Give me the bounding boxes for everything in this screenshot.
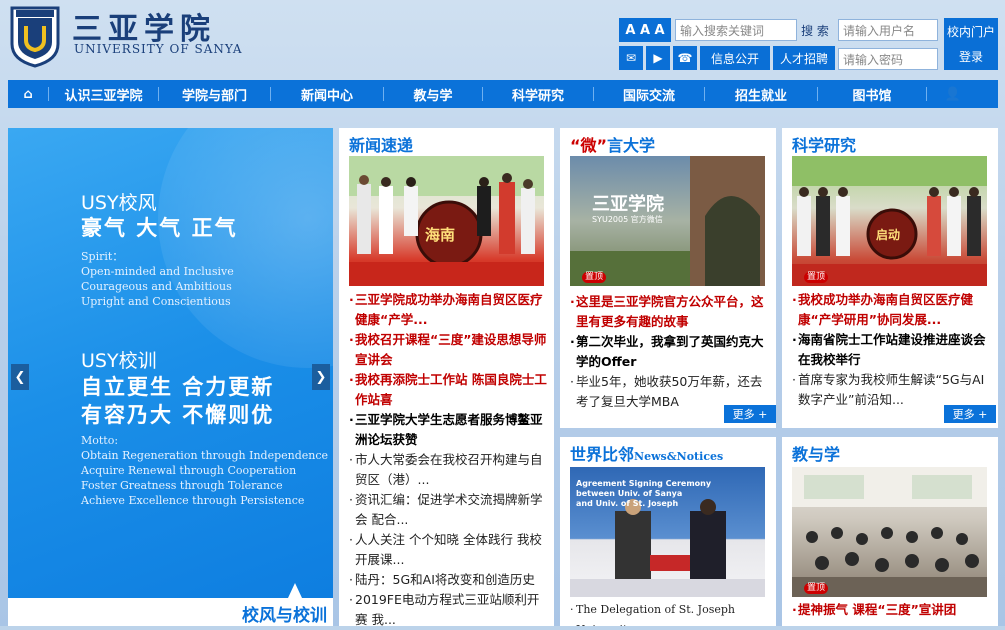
signing-photo[interactable]: Agreement Signing Ceremony between Univ.… (570, 467, 765, 597)
header: 三亚学院 UNIVERSITY OF SANYA A A A 输入搜索关键词 搜… (0, 0, 1005, 80)
news-item[interactable]: 海南省院士工作站建设推进座谈会在我校举行 (792, 330, 996, 370)
news-item[interactable]: 人人关注 个个知晓 全体践行 我校开展课... (349, 530, 549, 570)
portal-login-button[interactable]: 校内门户 登录 (944, 18, 998, 70)
teaching-photo[interactable]: 置顶 (792, 467, 987, 597)
school-spirit-english: Spirit： Open-minded and Inclusive Courag… (81, 250, 234, 308)
news-item[interactable]: 这里是三亚学院官方公众平台，这里有更多有趣的故事 (570, 292, 770, 332)
phone-icon[interactable]: ☎ (673, 46, 697, 70)
school-motto-slogan-2: 有容乃大 不懈则优 (81, 403, 275, 427)
nav-item-teaching[interactable]: 教与学 (384, 85, 482, 104)
news-item[interactable]: 陆丹：5G和AI将改变和创造历史 (349, 570, 549, 590)
video-icon[interactable]: ▶ (646, 46, 670, 70)
research-photo[interactable]: 启动 置顶 (792, 156, 987, 286)
news-item[interactable]: 2019FE电动方程式三亚站顺利开赛 我... (349, 590, 549, 630)
international-panel: 世界比邻News&Notices Agreement Signing Cerem… (560, 437, 776, 626)
signing-banner-text: Agreement Signing Ceremony between Univ.… (576, 479, 712, 508)
portal-label: 校内门户 (946, 25, 995, 39)
banner-tab-label: 校风与校训 (242, 606, 327, 626)
recruit-button[interactable]: 人才招聘 (773, 46, 835, 70)
news-item[interactable]: 市人大常委会在我校召开构建与自贸区（港）... (349, 450, 549, 490)
university-seal-logo[interactable] (8, 4, 62, 68)
banner-tab[interactable]: 校风与校训 (8, 598, 333, 626)
nav-item-library[interactable]: 图书馆 (818, 85, 926, 104)
school-spirit-slogan: 豪气 大气 正气 (81, 216, 238, 240)
top-badge: 置顶 (802, 583, 829, 594)
international-news-list: The Delegation of St. Joseph University (570, 600, 774, 626)
school-motto-title: USY校训 (81, 350, 157, 372)
international-panel-title[interactable]: 世界比邻News&Notices (570, 441, 723, 465)
teaching-panel-title[interactable]: 教与学 (792, 441, 840, 465)
news-item[interactable]: The Delegation of St. Joseph University (570, 600, 774, 626)
research-photo-scene (792, 156, 987, 286)
school-motto-slogan-1: 自立更生 合力更新 (81, 375, 275, 399)
more-button[interactable]: 更多 + (944, 405, 996, 423)
school-spirit-title: USY校风 (81, 192, 157, 214)
news-item[interactable]: 首席专家为我校师生解读“5G与AI数字产业”前沿知... (792, 370, 996, 410)
news-item[interactable]: 资讯汇编：促进学术交流揭牌新学会 配合... (349, 490, 549, 530)
banner-carousel[interactable]: USY校风 豪气 大气 正气 Spirit： Open-minded and I… (8, 128, 333, 598)
research-panel: 科学研究 启动 置顶 我校成功举办海南自贸区医疗健康“产学研用”协同发展... … (782, 128, 998, 428)
teaching-news-list: 提神振气 课程“三度”宣讲团 (792, 600, 996, 620)
password-input[interactable]: 请输入密码 (838, 48, 938, 70)
news-list: 三亚学院成功举办海南自贸区医疗健康“产学... 我校召开课程“三度”建设思想导师… (349, 290, 549, 630)
news-item[interactable]: 第二次毕业，我拿到了英国约克大学的Offer (570, 332, 770, 372)
user-icon[interactable]: 👤 (927, 87, 979, 102)
news-item[interactable]: 我校再添院士工作站 陈国良院士工作站喜 (349, 370, 549, 410)
wechat-panel-title[interactable]: “微”言大学 (570, 132, 655, 156)
nav-item-news[interactable]: 新闻中心 (271, 85, 383, 104)
tab-pointer-icon (288, 583, 302, 598)
news-panel-title[interactable]: 新闻速递 (349, 132, 413, 156)
wechat-news-list: 这里是三亚学院官方公众平台，这里有更多有趣的故事 第二次毕业，我拿到了英国约克大… (570, 292, 770, 412)
top-badge: 置顶 (580, 272, 607, 283)
login-label: 登录 (958, 50, 983, 64)
news-item[interactable]: 我校召开课程“三度”建设思想导师宣讲会 (349, 330, 549, 370)
home-icon[interactable]: ⌂ (8, 87, 48, 102)
nav-item-about[interactable]: 认识三亚学院 (49, 85, 158, 104)
news-photo-caption: 海南 (425, 226, 456, 244)
news-panel: 新闻速递 海南 三亚学院成功举办海南自贸区医疗健康“产学... 我校召开课程“三… (339, 128, 554, 627)
nav-item-international[interactable]: 国际交流 (594, 85, 704, 104)
username-input[interactable]: 请输入用户名 (838, 19, 938, 41)
research-photo-caption: 启动 (876, 228, 901, 242)
font-size-toggle[interactable]: A A A (619, 18, 671, 42)
top-badge: 置顶 (802, 272, 829, 283)
news-photo-scene (349, 156, 544, 286)
news-item[interactable]: 提神振气 课程“三度”宣讲团 (792, 600, 996, 620)
more-button[interactable]: 更多 + (724, 405, 776, 423)
brand-name-english: UNIVERSITY OF SANYA (74, 42, 243, 56)
nav-item-research[interactable]: 科学研究 (483, 85, 593, 104)
news-item[interactable]: 我校成功举办海南自贸区医疗健康“产学研用”协同发展... (792, 290, 996, 330)
research-news-list: 我校成功举办海南自贸区医疗健康“产学研用”协同发展... 海南省院士工作站建设推… (792, 290, 996, 410)
wechat-panel: “微”言大学 三亚学院 SYU2005 官方微信 置顶 这里是三亚学院官方公众平… (560, 128, 776, 428)
wechat-photo[interactable]: 三亚学院 SYU2005 官方微信 置顶 (570, 156, 765, 286)
wechat-photo-title: 三亚学院 (592, 194, 664, 215)
carousel-next-arrow[interactable]: ❯ (312, 364, 330, 390)
news-item[interactable]: 三亚学院成功举办海南自贸区医疗健康“产学... (349, 290, 549, 330)
carousel-prev-arrow[interactable]: ❮ (11, 364, 29, 390)
info-public-button[interactable]: 信息公开 (700, 46, 770, 70)
school-motto-english: Motto: Obtain Regeneration through Indep… (81, 434, 329, 507)
research-panel-title[interactable]: 科学研究 (792, 132, 856, 156)
main-nav: ⌂ 认识三亚学院 学院与部门 新闻中心 教与学 科学研究 国际交流 招生就业 图… (8, 80, 998, 108)
nav-item-admissions[interactable]: 招生就业 (705, 85, 817, 104)
search-button[interactable]: 搜 索 (798, 18, 832, 42)
banner-glow (158, 128, 333, 368)
mail-icon[interactable]: ✉ (619, 46, 643, 70)
teaching-panel: 教与学 置顶 提神振气 课程“三度”宣讲团 (782, 437, 998, 626)
nav-item-departments[interactable]: 学院与部门 (159, 85, 270, 104)
search-input[interactable]: 输入搜索关键词 (675, 19, 797, 41)
news-item[interactable]: 三亚学院大学生志愿者服务博鳌亚洲论坛获赞 (349, 410, 549, 450)
wechat-photo-subtitle: SYU2005 官方微信 (592, 215, 663, 224)
news-photo[interactable]: 海南 (349, 156, 544, 286)
teaching-photo-scene (792, 467, 987, 597)
